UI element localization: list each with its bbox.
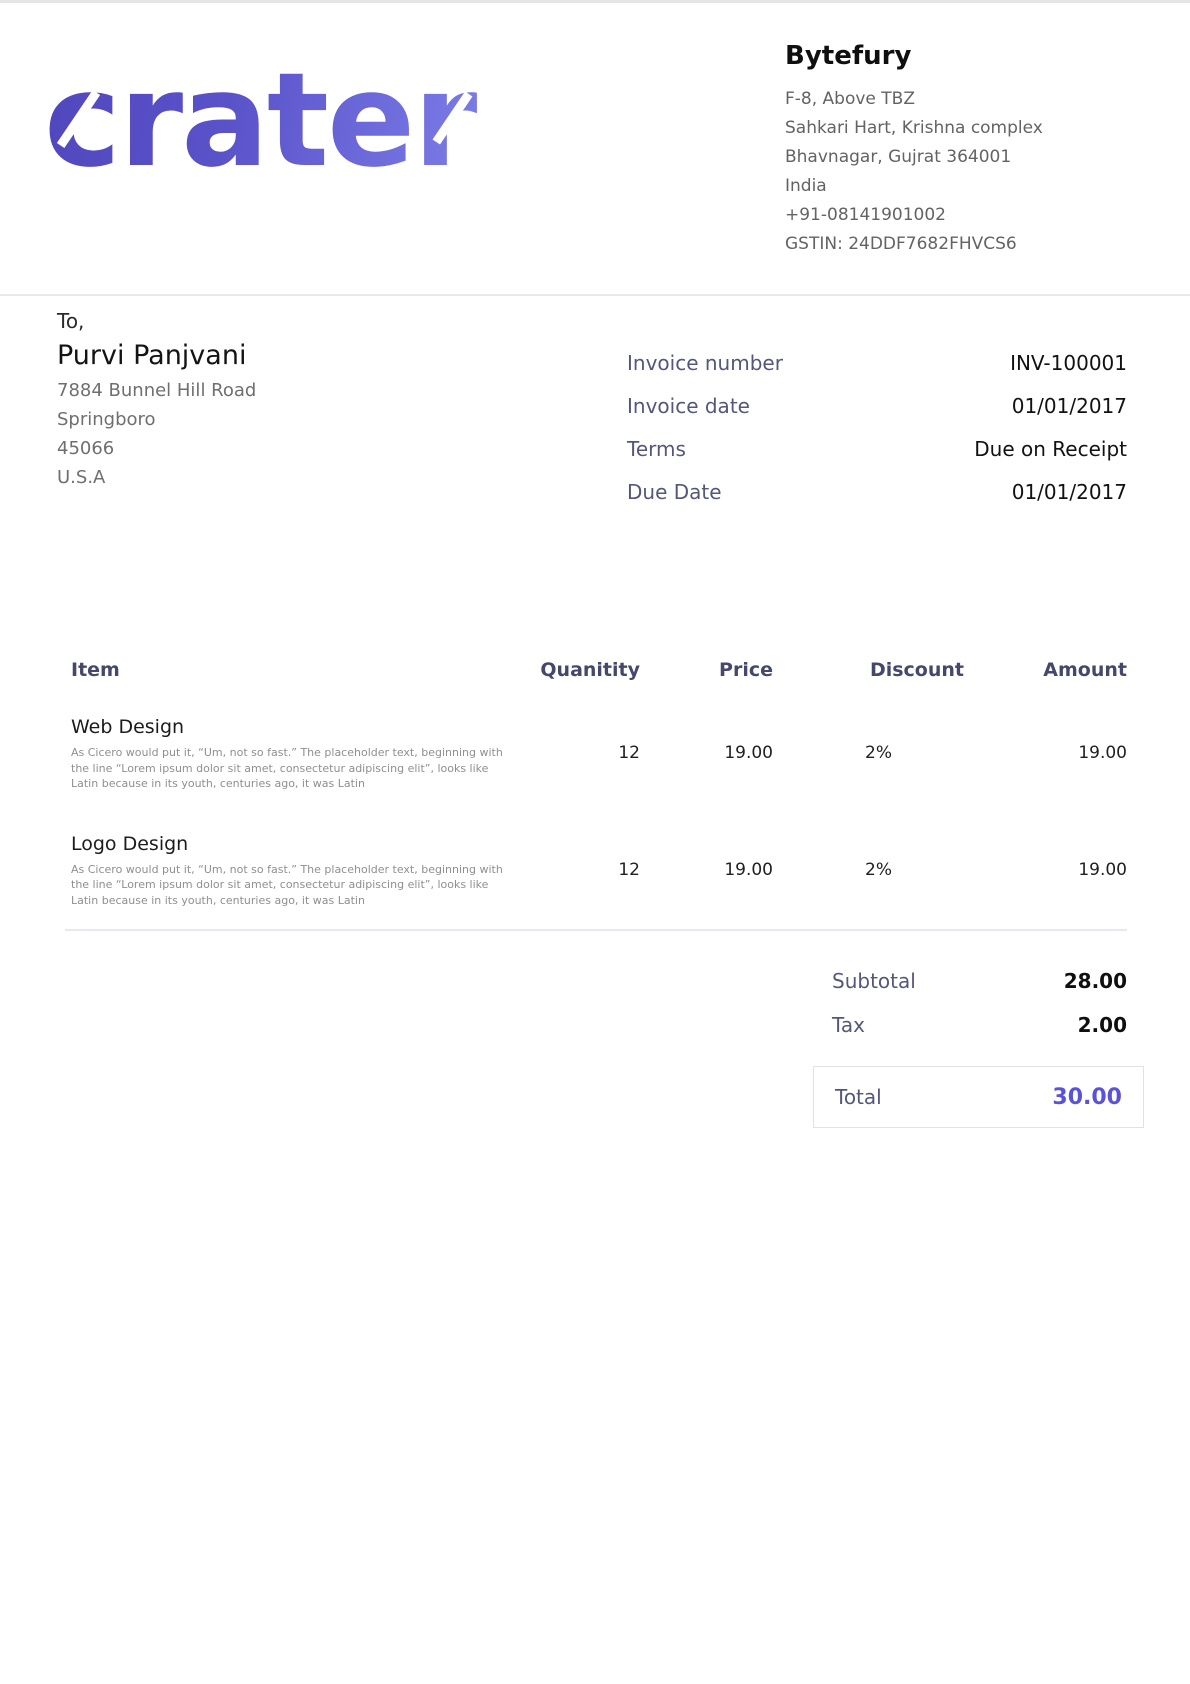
item-description: As Cicero would put it, “Um, not so fast… xyxy=(71,745,511,792)
company-info: Bytefury F-8, Above TBZ Sahkari Hart, Kr… xyxy=(785,39,1145,259)
invoice-date-row: Invoice date 01/01/2017 xyxy=(627,384,1127,427)
invoice-number-label: Invoice number xyxy=(627,351,783,375)
item-amount: 19.00 xyxy=(964,743,1127,763)
due-date-label: Due Date xyxy=(627,480,722,504)
invoice-document: crater Bytefury F-8, Above TBZ Sahkari H… xyxy=(0,0,1190,1684)
table-row: Web Design As Cicero would put it, “Um, … xyxy=(65,715,1127,792)
item-discount: 2% xyxy=(773,743,964,763)
customer-address-line: Springboro xyxy=(57,405,537,434)
company-name: Bytefury xyxy=(785,39,1145,73)
terms-row: Terms Due on Receipt xyxy=(627,427,1127,470)
invoice-header: crater Bytefury F-8, Above TBZ Sahkari H… xyxy=(0,3,1190,296)
item-discount: 2% xyxy=(773,860,964,880)
grand-total-label: Total xyxy=(835,1085,882,1109)
company-address-line: Sahkari Hart, Krishna complex xyxy=(785,114,1145,143)
crater-logo-wordmark: crater xyxy=(44,55,504,185)
item-quantity: 12 xyxy=(520,743,640,763)
customer-address-line: U.S.A xyxy=(57,463,537,492)
due-date-value: 01/01/2017 xyxy=(1012,480,1127,504)
totals-section: Subtotal 28.00 Tax 2.00 xyxy=(812,959,1127,1047)
item-cell: Web Design As Cicero would put it, “Um, … xyxy=(65,715,520,792)
customer-address-line: 7884 Bunnel Hill Road xyxy=(57,376,537,405)
subtotal-value: 28.00 xyxy=(1064,969,1127,993)
grand-total-value: 30.00 xyxy=(1052,1085,1122,1110)
item-price: 19.00 xyxy=(640,743,773,763)
customer-address-line: 45066 xyxy=(57,434,537,463)
table-row: Logo Design As Cicero would put it, “Um,… xyxy=(65,832,1127,909)
item-description: As Cicero would put it, “Um, not so fast… xyxy=(71,862,511,909)
item-cell: Logo Design As Cicero would put it, “Um,… xyxy=(65,832,520,909)
due-date-row: Due Date 01/01/2017 xyxy=(627,470,1127,513)
item-name: Logo Design xyxy=(71,832,520,856)
customer-name: Purvi Panjvani xyxy=(57,336,537,376)
company-phone: +91-08141901002 xyxy=(785,201,1145,230)
terms-label: Terms xyxy=(627,437,686,461)
invoice-date-value: 01/01/2017 xyxy=(1012,394,1127,418)
column-header-item: Item xyxy=(65,659,520,681)
subtotal-label: Subtotal xyxy=(812,969,916,993)
items-table: Item Quanitity Price Discount Amount Web… xyxy=(65,659,1127,908)
item-name: Web Design xyxy=(71,715,520,739)
invoice-number-value: INV-100001 xyxy=(1010,351,1127,375)
company-address-line: F-8, Above TBZ xyxy=(785,85,1145,114)
company-gstin: GSTIN: 24DDF7682FHVCS6 xyxy=(785,230,1145,259)
column-header-discount: Discount xyxy=(773,659,964,681)
grand-total-box: Total 30.00 xyxy=(813,1066,1144,1128)
bill-to-label: To, xyxy=(57,306,537,336)
invoice-meta-section: Invoice number INV-100001 Invoice date 0… xyxy=(627,341,1127,513)
terms-value: Due on Receipt xyxy=(974,437,1127,461)
item-quantity: 12 xyxy=(520,860,640,880)
column-header-price: Price xyxy=(640,659,773,681)
totals-divider xyxy=(65,929,1127,931)
column-header-amount: Amount xyxy=(964,659,1127,681)
company-address-line: India xyxy=(785,172,1145,201)
items-table-header: Item Quanitity Price Discount Amount xyxy=(65,659,1127,681)
bill-to-section: To, Purvi Panjvani 7884 Bunnel Hill Road… xyxy=(57,306,537,492)
tax-value: 2.00 xyxy=(1078,1013,1127,1037)
company-address-line: Bhavnagar, Gujrat 364001 xyxy=(785,143,1145,172)
invoice-number-row: Invoice number INV-100001 xyxy=(627,341,1127,384)
crater-logo: crater xyxy=(44,55,504,205)
item-price: 19.00 xyxy=(640,860,773,880)
tax-row: Tax 2.00 xyxy=(812,1003,1127,1047)
subtotal-row: Subtotal 28.00 xyxy=(812,959,1127,1003)
invoice-date-label: Invoice date xyxy=(627,394,750,418)
item-amount: 19.00 xyxy=(964,860,1127,880)
column-header-quantity: Quanitity xyxy=(520,659,640,681)
tax-label: Tax xyxy=(812,1013,865,1037)
